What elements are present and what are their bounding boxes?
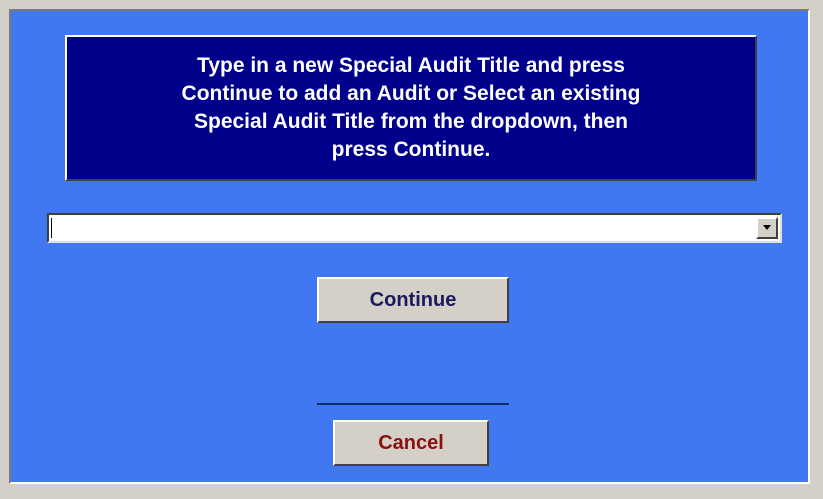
continue-button[interactable]: Continue bbox=[317, 277, 509, 323]
separator-line bbox=[317, 403, 509, 405]
instructions-panel: Type in a new Special Audit Title and pr… bbox=[65, 35, 757, 181]
audit-title-combobox[interactable] bbox=[47, 213, 782, 243]
text-caret bbox=[51, 218, 52, 238]
dropdown-arrow-icon bbox=[763, 225, 771, 230]
cancel-button[interactable]: Cancel bbox=[333, 420, 489, 466]
audit-title-input[interactable] bbox=[49, 215, 754, 241]
dropdown-arrow-button[interactable] bbox=[756, 217, 778, 239]
instructions-text: Type in a new Special Audit Title and pr… bbox=[181, 54, 641, 161]
dialog-panel: Type in a new Special Audit Title and pr… bbox=[9, 9, 810, 484]
